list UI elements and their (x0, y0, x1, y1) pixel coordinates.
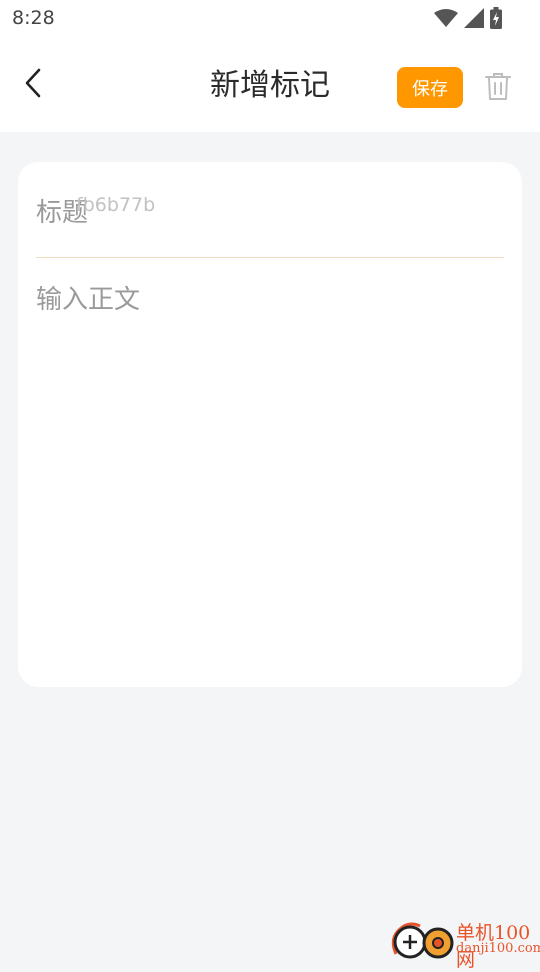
delete-button[interactable] (482, 71, 514, 105)
status-bar: 8:28 (0, 0, 540, 38)
trash-icon (485, 72, 511, 104)
battery-icon (490, 7, 502, 33)
status-time: 8:28 (12, 7, 55, 29)
watermark-logo-icon (390, 918, 456, 960)
title-input[interactable]: 标题 fb6b77b (36, 186, 504, 258)
save-button[interactable]: 保存 (397, 67, 463, 108)
app-bar: 新增标记 保存 (0, 38, 540, 132)
signal-icon (464, 8, 484, 32)
watermark: 单机100网 danji100.com (390, 916, 540, 971)
status-icons (434, 7, 502, 33)
note-card: 标题 fb6b77b 输入正文 (18, 162, 522, 687)
wifi-icon (434, 8, 458, 32)
body-input[interactable]: 输入正文 (36, 279, 504, 659)
title-hint: fb6b77b (76, 194, 156, 216)
watermark-domain: danji100.com (456, 941, 540, 956)
body-placeholder: 输入正文 (36, 285, 141, 315)
